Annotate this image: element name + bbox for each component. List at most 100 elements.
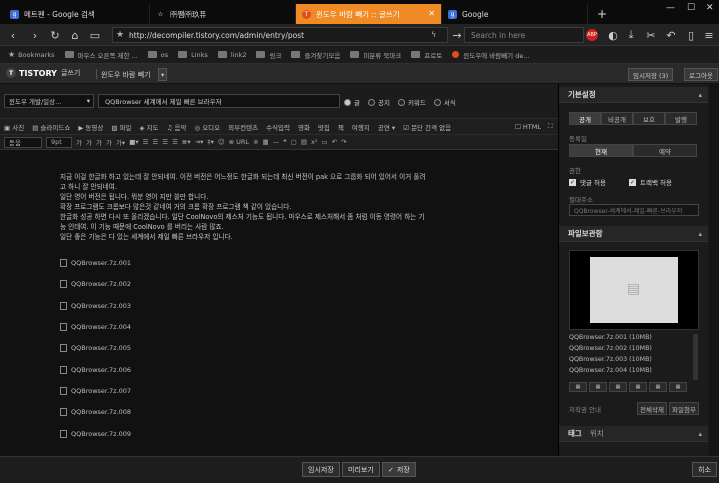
tag-header[interactable]: 태그 위치 ▴ [559, 426, 708, 442]
reader-icon[interactable]: ▭ [88, 28, 102, 42]
location-tab[interactable]: 위치 [590, 428, 604, 439]
forward-icon[interactable]: › [28, 28, 42, 42]
minimize-icon[interactable]: — [666, 3, 675, 13]
table-icon[interactable]: ▦ [263, 138, 269, 146]
highlight-icon[interactable]: ■▾ [129, 138, 138, 146]
attached-file[interactable]: QQBrowser.7z.005 [60, 344, 131, 352]
visibility-private[interactable]: 비공개 [601, 112, 633, 125]
italic-icon[interactable]: 가 [86, 137, 92, 147]
basic-settings-header[interactable]: 기본설정 ▴ [559, 87, 708, 103]
undo-icon[interactable]: ↶ [664, 28, 678, 42]
browser-tab-3[interactable]: g Google [442, 4, 588, 24]
attached-file[interactable]: QQBrowser.7z.002 [60, 280, 131, 288]
close-tab-icon[interactable]: ✕ [428, 9, 435, 18]
copyright-link[interactable]: 저작권 안내 [569, 404, 601, 414]
category-select[interactable]: 윈도우 개발/일상... ▾ [4, 94, 94, 108]
radio-template[interactable]: 서식 [433, 97, 456, 107]
file-list-item[interactable]: QQBrowser.7z.003 (10MB) [569, 354, 699, 365]
new-tab-button[interactable]: + [592, 4, 612, 24]
line-height-icon[interactable]: ‡▾ [207, 138, 214, 146]
bookmark-item[interactable]: 마우스 오른쪽 제한 ... [64, 50, 138, 60]
browser-tab-1[interactable]: ☆ ㈜쨈㈜玖퓨 [150, 4, 296, 24]
panel-scrollbar[interactable] [709, 84, 719, 456]
register-now[interactable]: 현재 [569, 144, 633, 157]
redo-icon[interactable]: ↷ [341, 138, 346, 146]
adblock-icon[interactable]: ABP [586, 29, 598, 41]
undo-icon[interactable]: ↶ [332, 138, 337, 146]
visibility-protected[interactable]: 보호 [633, 112, 665, 125]
paragraph-spacing-checkbox[interactable]: ☑ 문단 간격 없음 [403, 122, 451, 132]
photo-button[interactable]: ▣ 사진 [4, 122, 24, 132]
file-list-item[interactable]: QQBrowser.7z.001 (10MB) [569, 332, 699, 343]
blog-name[interactable]: 윈도우 바람 빼기 [101, 70, 151, 80]
audio-button[interactable]: ◎ 오디오 [194, 122, 220, 132]
attached-file[interactable]: QQBrowser.7z.003 [60, 302, 131, 310]
align-left-icon[interactable]: ☰ [143, 138, 149, 146]
video-button[interactable]: ▶ 동영상 [78, 122, 103, 132]
special-char-icon[interactable]: ※ [253, 138, 258, 146]
logout-button[interactable]: 로그아웃 [684, 68, 718, 81]
close-button[interactable]: 히소 [692, 462, 717, 477]
radio-post[interactable]: 글 [344, 97, 360, 107]
bookmark-item[interactable]: 즐겨찾기모음 [291, 50, 340, 60]
file-attach-button[interactable]: 파일첨부 [669, 402, 699, 415]
travel-button[interactable]: 여행지 [352, 122, 370, 132]
attached-file[interactable]: QQBrowser.7z.006 [60, 366, 131, 374]
map-button[interactable]: ◈ 지도 [140, 122, 159, 132]
align-right-icon[interactable]: ☰ [162, 138, 168, 146]
download-icon[interactable]: ⤓ [624, 28, 638, 42]
music-button[interactable]: ♫ 음악 [167, 122, 187, 132]
file-list-item[interactable]: QQBrowser.7z.004 (10MB) [569, 365, 699, 376]
blog-select-button[interactable]: ▾ [158, 68, 168, 81]
visibility-publish[interactable]: 발행 [665, 112, 697, 125]
attached-file[interactable]: QQBrowser.7z.001 [60, 259, 131, 267]
bookmark-item[interactable]: 링크 [256, 50, 281, 60]
restaurant-button[interactable]: 맛집 [318, 122, 330, 132]
fullscreen-icon[interactable]: ⛶ [548, 122, 553, 131]
link-icon[interactable]: ⊗ URL [229, 138, 249, 146]
radio-keyword[interactable]: 키워드 [397, 97, 426, 107]
bookmark-item[interactable]: Links [178, 51, 208, 59]
bookmark-star-icon[interactable]: ★ [116, 30, 124, 40]
title-input[interactable]: QQBrowser 세계에서 제일 빠른 브라우저 [98, 94, 340, 108]
file-tool-button[interactable]: ▦ [589, 382, 607, 392]
font-size-select[interactable]: 9pt [46, 136, 72, 148]
slideshow-button[interactable]: ▤ 슬라이드쇼 [32, 122, 70, 132]
superscript-icon[interactable]: x² [311, 138, 317, 146]
file-tool-button[interactable]: ▦ [629, 382, 647, 392]
delete-all-button[interactable]: 전체삭제 [637, 402, 667, 415]
bookmark-item[interactable]: ★ Bookmarks [8, 50, 55, 59]
radio-notice[interactable]: 공지 [367, 97, 390, 107]
attached-file[interactable]: QQBrowser.7z.004 [60, 323, 131, 331]
bookmark-item[interactable]: 윈도우에 바람빼기 de... [452, 50, 530, 60]
preview-button[interactable]: 미리보기 [342, 462, 380, 477]
file-tool-button[interactable]: ▦ [669, 382, 687, 392]
file-tool-button[interactable]: ▦ [569, 382, 587, 392]
comment-allow-checkbox[interactable]: ✓ 댓글 허용 [569, 177, 606, 187]
tistory-logo[interactable]: T TISTORY 글쓰기 [6, 68, 80, 78]
visibility-public[interactable]: 공개 [569, 112, 601, 125]
bookmark-item[interactable]: 프로토 [411, 50, 442, 60]
close-window-icon[interactable]: ✕ [706, 3, 714, 13]
emoticon-icon[interactable]: ☺ [218, 138, 225, 146]
hr-icon[interactable]: — [273, 138, 280, 146]
temp-save-button[interactable]: 임시저장 [302, 462, 340, 477]
text-color-icon[interactable]: 가▾ [116, 137, 125, 147]
trackback-allow-checkbox[interactable]: ✓ 트랙백 허용 [629, 177, 672, 187]
book-button[interactable]: 책 [338, 122, 344, 132]
file-list-scrollbar[interactable] [693, 334, 698, 380]
menu-icon[interactable]: ≡ [702, 28, 716, 42]
bookmark-item[interactable]: os [147, 51, 168, 59]
file-button[interactable]: ▧ 파일 [111, 122, 131, 132]
attached-file[interactable]: QQBrowser.7z.009 [60, 430, 131, 438]
shield-icon[interactable]: ◐ [606, 28, 620, 42]
file-storage-header[interactable]: 파일보관함 ▴ [559, 226, 708, 242]
save-button[interactable]: ✓ 저장 [382, 462, 416, 477]
register-reserve[interactable]: 예약 [633, 144, 697, 157]
formula-button[interactable]: 수식입력 [266, 122, 290, 132]
movie-button[interactable]: 영화 [298, 122, 310, 132]
search-input[interactable]: Search in here [464, 27, 584, 43]
temp-save-count-button[interactable]: 임시저장 (3) [628, 68, 674, 81]
font-select[interactable]: 돋움 [4, 136, 42, 148]
bookmark-item[interactable]: 미분류 북마크 [350, 50, 401, 60]
